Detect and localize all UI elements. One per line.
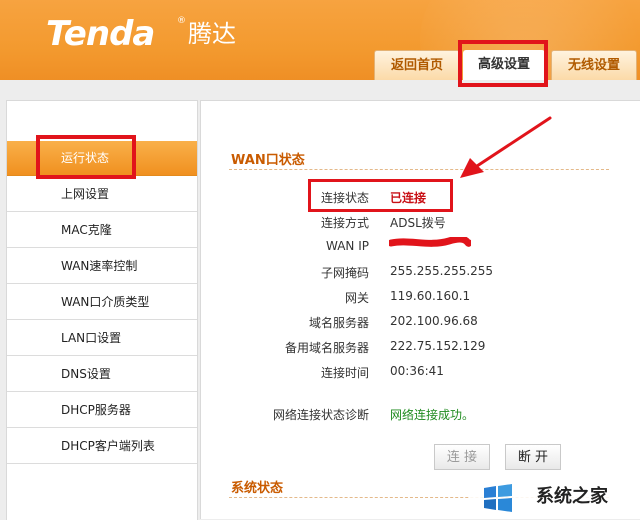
main-content: WAN口状态 连接状态 已连接 连接方式 ADSL拨号 WAN IP 子网掩码 … xyxy=(200,100,640,519)
value-dns-primary: 202.100.96.68 xyxy=(390,314,478,328)
value-gateway: 119.60.160.1 xyxy=(390,289,471,303)
header-bar: Tenda ® 腾达 返回首页 高级设置 无线设置 xyxy=(0,0,640,80)
label-connection-time: 连接时间 xyxy=(320,366,369,380)
label-gateway: 网关 xyxy=(344,291,369,305)
sidebar-item-label: DHCP服务器 xyxy=(61,403,131,417)
sidebar-item-run-status[interactable]: 运行状态 xyxy=(7,141,197,176)
value-dns-secondary: 222.75.152.129 xyxy=(390,339,486,353)
value-connection-type: ADSL拨号 xyxy=(390,216,446,230)
sidebar-item-dhcp-server[interactable]: DHCP服务器 xyxy=(7,393,197,428)
value-subnet-mask: 255.255.255.255 xyxy=(390,264,494,278)
sidebar-item-label: WAN口介质类型 xyxy=(61,295,150,309)
sidebar-item-mac-clone[interactable]: MAC克隆 xyxy=(7,213,197,248)
connect-button[interactable]: 连 接 xyxy=(434,444,490,470)
red-arrow-annotation xyxy=(460,116,552,178)
sidebar-item-dhcp-clients[interactable]: DHCP客户端列表 xyxy=(7,429,197,464)
label-network-diagnosis: 网络连接状态诊断 xyxy=(272,408,369,422)
label-subnet-mask: 子网掩码 xyxy=(320,266,369,280)
brand-registered-mark: ® xyxy=(177,16,186,26)
brand-logo: Tenda xyxy=(46,14,155,54)
sidebar-item-wan-medium[interactable]: WAN口介质类型 xyxy=(7,285,197,320)
sidebar-item-label: DHCP客户端列表 xyxy=(61,439,155,453)
system-status-title: 系统状态 xyxy=(231,481,284,496)
brand-logo-chinese: 腾达 xyxy=(188,20,236,48)
sidebar-item-wan-rate[interactable]: WAN速率控制 xyxy=(7,249,197,284)
label-connection-type: 连接方式 xyxy=(320,216,369,230)
sidebar-item-label: WAN速率控制 xyxy=(61,259,138,273)
tab-wireless-settings[interactable]: 无线设置 xyxy=(551,50,637,80)
tab-advanced-settings[interactable]: 高级设置 xyxy=(463,50,545,80)
redaction-mark xyxy=(389,237,471,247)
sidebar-menu: 运行状态 上网设置 MAC克隆 WAN速率控制 WAN口介质类型 LAN口设置 … xyxy=(6,100,198,520)
sidebar-item-label: MAC克隆 xyxy=(61,223,112,237)
label-dns-primary: 域名服务器 xyxy=(308,316,369,330)
label-wan-ip: WAN IP xyxy=(326,239,369,253)
watermark: 系统之家 xyxy=(470,476,640,519)
sidebar-item-label: 运行状态 xyxy=(61,151,110,165)
windows-logo-icon xyxy=(484,484,512,512)
value-connection-status: 已连接 xyxy=(390,191,427,205)
tab-home[interactable]: 返回首页 xyxy=(374,50,460,80)
label-connection-status: 连接状态 xyxy=(320,191,369,205)
sidebar-item-label: LAN口设置 xyxy=(61,331,122,345)
wan-status-title: WAN口状态 xyxy=(231,153,305,168)
disconnect-button[interactable]: 断 开 xyxy=(505,444,561,470)
sidebar-item-dns[interactable]: DNS设置 xyxy=(7,357,197,392)
watermark-text: 系统之家 xyxy=(536,486,608,507)
value-connection-time: 00:36:41 xyxy=(390,364,444,378)
sidebar-item-label: DNS设置 xyxy=(61,367,111,381)
sidebar-item-lan-setup[interactable]: LAN口设置 xyxy=(7,321,197,356)
value-network-diagnosis: 网络连接成功。 xyxy=(390,408,475,422)
sidebar-item-internet-setup[interactable]: 上网设置 xyxy=(7,177,197,212)
sidebar-item-label: 上网设置 xyxy=(61,187,110,201)
label-dns-secondary: 备用域名服务器 xyxy=(284,341,369,355)
